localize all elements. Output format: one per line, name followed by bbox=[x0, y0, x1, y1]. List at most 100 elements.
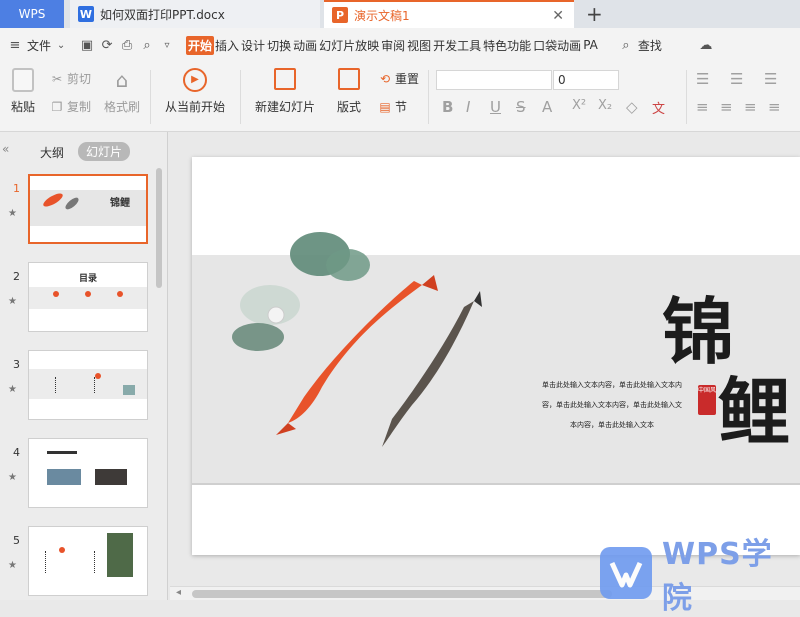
layout-icon bbox=[338, 68, 360, 90]
copy-icon: ❐ bbox=[51, 99, 63, 114]
paste-label: 粘贴 bbox=[10, 100, 35, 114]
watermark-text: WPS学院 bbox=[662, 537, 773, 616]
divider bbox=[240, 70, 241, 124]
menu-review[interactable]: 审阅 bbox=[380, 37, 406, 54]
divider bbox=[150, 70, 151, 124]
paste-button[interactable]: 粘贴 bbox=[6, 68, 40, 115]
divider bbox=[428, 70, 429, 124]
justify-icon[interactable]: ≡ bbox=[768, 98, 781, 116]
thumbnail-number: 3 bbox=[13, 358, 20, 371]
print-preview-icon[interactable]: ⌕ bbox=[138, 38, 156, 53]
format-painter-button[interactable]: ⌂ 格式刷 bbox=[102, 68, 142, 115]
menu-design[interactable]: 设计 bbox=[240, 37, 266, 54]
menu-slideshow[interactable]: 幻灯片放映 bbox=[318, 37, 380, 54]
search-icon[interactable]: ⌕ bbox=[617, 38, 635, 53]
animation-star-icon: ★ bbox=[8, 560, 17, 571]
cloud-icon[interactable]: ☁ bbox=[697, 38, 715, 53]
font-color-icon[interactable]: A bbox=[542, 98, 552, 116]
indent-icon[interactable]: ☰ bbox=[764, 70, 777, 88]
close-tab-icon[interactable]: ✕ bbox=[552, 8, 564, 24]
menu-animations[interactable]: 动画 bbox=[292, 37, 318, 54]
copy-label: 复制 bbox=[67, 100, 92, 114]
panel-scrollbar[interactable] bbox=[156, 168, 162, 288]
export-icon[interactable]: ⟳ bbox=[98, 38, 116, 53]
print-icon[interactable]: ⎙ bbox=[118, 38, 136, 53]
divider bbox=[686, 70, 687, 124]
landscape-image bbox=[47, 469, 81, 485]
koi-fish-image bbox=[95, 373, 101, 379]
tab-presentation[interactable]: P 演示文稿1 ✕ bbox=[324, 0, 574, 28]
section-icon: ▤ bbox=[379, 99, 391, 114]
save-icon[interactable]: ▣ bbox=[78, 38, 96, 53]
cut-button[interactable]: ✂ 剪切 bbox=[50, 70, 91, 87]
slide-thumbnail-1[interactable]: 锦鲤 bbox=[28, 174, 148, 244]
new-slide-icon bbox=[274, 68, 296, 90]
underline-icon[interactable]: U bbox=[490, 98, 501, 116]
menu-home[interactable]: 开始 bbox=[186, 35, 215, 55]
menu-view[interactable]: 视图 bbox=[406, 37, 432, 54]
play-icon: ▶ bbox=[183, 68, 207, 92]
animation-star-icon: ★ bbox=[8, 296, 17, 307]
italic-icon[interactable]: I bbox=[466, 98, 470, 116]
brush-icon: ⌂ bbox=[115, 68, 129, 92]
section-button[interactable]: ▤ 节 bbox=[378, 98, 407, 115]
slide-body-text[interactable]: 单击此处输入文本内容，单击此处输入文本内 容，单击此处输入文本内容，单击此处输入… bbox=[532, 375, 692, 435]
clear-format-icon[interactable]: ◇ bbox=[626, 98, 638, 116]
phonetic-guide-icon[interactable]: 文 bbox=[652, 98, 665, 117]
scrollbar-thumb[interactable] bbox=[192, 590, 612, 598]
collapse-panel-icon[interactable]: « bbox=[2, 142, 9, 156]
tab-slides[interactable]: 幻灯片 bbox=[78, 142, 131, 161]
align-center-icon[interactable]: ≡ bbox=[720, 98, 733, 116]
slide-thumbnail-2[interactable]: 目录 bbox=[28, 262, 148, 332]
reset-button[interactable]: ⟲ 重置 bbox=[378, 70, 419, 87]
strikethrough-icon[interactable]: S bbox=[516, 98, 526, 116]
bullet-dot bbox=[85, 291, 91, 297]
more-commands-icon[interactable]: ▿ bbox=[158, 40, 176, 51]
play-from-current-button[interactable]: ▶ 从当前开始 bbox=[158, 68, 232, 115]
align-left-icon[interactable]: ≡ bbox=[696, 98, 709, 116]
hamburger-menu-icon[interactable]: ≡ bbox=[6, 38, 24, 53]
menu-features[interactable]: 特色功能 bbox=[482, 37, 532, 54]
menu-insert[interactable]: 插入 bbox=[214, 37, 240, 54]
lotus-leaf-shape bbox=[232, 323, 284, 351]
reset-label: 重置 bbox=[395, 72, 420, 86]
copy-button[interactable]: ❐ 复制 bbox=[50, 98, 91, 115]
slide-thumbnail-3[interactable] bbox=[28, 350, 148, 420]
tab-document[interactable]: W 如何双面打印PPT.docx bbox=[70, 0, 320, 28]
ppt-doc-icon: P bbox=[332, 7, 348, 23]
menu-pocket-animation[interactable]: 口袋动画 bbox=[532, 37, 582, 54]
ribbon-toolbar: 粘贴 ✂ 剪切 ❐ 复制 ⌂ 格式刷 ▶ 从当前开始 新建幻灯片 版式 ⟲ 重置 ▤ 节… bbox=[0, 62, 800, 132]
title-tab-bar: WPS W 如何双面打印PPT.docx P 演示文稿1 ✕ + bbox=[0, 0, 800, 28]
font-family-select[interactable] bbox=[436, 70, 552, 90]
bullet-list-icon[interactable]: ☰ bbox=[696, 70, 709, 88]
scroll-left-icon[interactable]: ◂ bbox=[176, 587, 181, 598]
grey-koi-tail-shape bbox=[474, 291, 482, 307]
new-slide-label: 新建幻灯片 bbox=[254, 100, 315, 114]
tab-wps-home[interactable]: WPS bbox=[0, 0, 64, 28]
align-right-icon[interactable]: ≡ bbox=[744, 98, 757, 116]
section-label: 节 bbox=[395, 100, 408, 114]
search-label[interactable]: 查找 bbox=[637, 37, 663, 54]
new-slide-button[interactable]: 新建幻灯片 bbox=[248, 68, 322, 115]
animation-star-icon: ★ bbox=[8, 472, 17, 483]
current-slide[interactable]: 锦 鲤 中国风 单击此处输入文本内容，单击此处输入文本内 容，单击此处输入文本内… bbox=[192, 157, 800, 555]
menu-developer[interactable]: 开发工具 bbox=[432, 37, 482, 54]
tab-outline[interactable]: 大纲 bbox=[40, 144, 64, 161]
tab-document-label: 如何双面打印PPT.docx bbox=[100, 7, 225, 22]
chevron-down-icon[interactable]: ⌄ bbox=[52, 40, 70, 51]
thumbnail-heading-line bbox=[47, 451, 77, 454]
menu-pa[interactable]: PA bbox=[582, 38, 599, 52]
menu-transitions[interactable]: 切换 bbox=[266, 37, 292, 54]
thumbnail-number: 5 bbox=[13, 534, 20, 547]
slide-thumbnail-4[interactable] bbox=[28, 438, 148, 508]
numbered-list-icon[interactable]: ☰ bbox=[730, 70, 743, 88]
new-tab-button[interactable]: + bbox=[586, 2, 603, 26]
layout-button[interactable]: 版式 bbox=[330, 68, 368, 115]
thumbnail-number: 4 bbox=[13, 446, 20, 459]
menu-file[interactable]: 文件 bbox=[26, 37, 52, 54]
slide-thumbnail-5[interactable] bbox=[28, 526, 148, 596]
superscript-icon[interactable]: X² bbox=[572, 98, 586, 113]
font-size-select[interactable]: 0 bbox=[553, 70, 619, 90]
bold-icon[interactable]: B bbox=[442, 98, 453, 116]
subscript-icon[interactable]: X₂ bbox=[598, 98, 612, 113]
